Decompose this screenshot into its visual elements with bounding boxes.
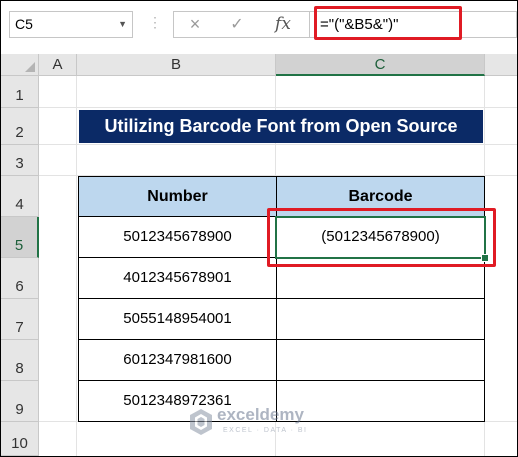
cell-number[interactable]: 5055148954001 [78,298,277,340]
cell-barcode[interactable] [276,339,485,381]
select-all-icon [25,62,35,72]
row-header-8[interactable]: 8 [1,340,39,381]
formula-bar-grip-icon: ⋮ [148,14,162,30]
column-header-a[interactable]: A [39,54,77,76]
row-header-7[interactable]: 7 [1,299,39,340]
cell-number[interactable]: 6012347981600 [78,339,277,381]
sheet-title: Utilizing Barcode Font from Open Source [79,110,483,143]
enter-icon[interactable]: ✓ [224,12,250,37]
row-header-5[interactable]: 5 [1,217,39,258]
formula-bar-buttons: × ✓ fx [173,11,310,38]
cell-highlight-box [267,208,496,267]
row-header-6[interactable]: 6 [1,258,39,299]
formula-highlight-box [314,6,462,40]
exceldemy-watermark: exceldemy EXCEL · DATA · BI [189,405,339,441]
chevron-down-icon[interactable]: ▼ [118,12,127,37]
formula-bar: C5 ▼ ⋮ × ✓ fx ="("&B5&")" [1,1,517,50]
row-header-2[interactable]: 2 [1,108,39,145]
grid-line [39,144,517,145]
table-header-number[interactable]: Number [78,176,277,217]
row-header-1[interactable]: 1 [1,76,39,108]
excel-window: C5 ▼ ⋮ × ✓ fx ="("&B5&")" A B C 1 2 3 4 … [0,0,518,457]
column-header-d[interactable] [485,54,517,76]
grid-line [39,107,517,108]
row-header-9[interactable]: 9 [1,381,39,422]
column-header-b[interactable]: B [77,54,276,76]
select-all-corner[interactable] [1,54,39,76]
row-header-10[interactable]: 10 [1,422,39,456]
exceldemy-logo-icon [190,409,212,435]
cell-number[interactable]: 4012345678901 [78,257,277,299]
cell-barcode[interactable] [276,298,485,340]
row-header-3[interactable]: 3 [1,145,39,176]
column-header-c[interactable]: C [276,54,485,76]
watermark-name: exceldemy [217,405,304,424]
insert-function-icon[interactable]: fx [270,12,296,37]
cancel-icon[interactable]: × [182,12,208,37]
watermark-tagline: EXCEL · DATA · BI [223,427,308,434]
grid-line [76,76,77,456]
cell-number[interactable]: 5012345678900 [78,216,277,258]
name-box-value: C5 [15,16,33,32]
row-header-4[interactable]: 4 [1,176,39,217]
name-box[interactable]: C5 ▼ [9,11,133,38]
